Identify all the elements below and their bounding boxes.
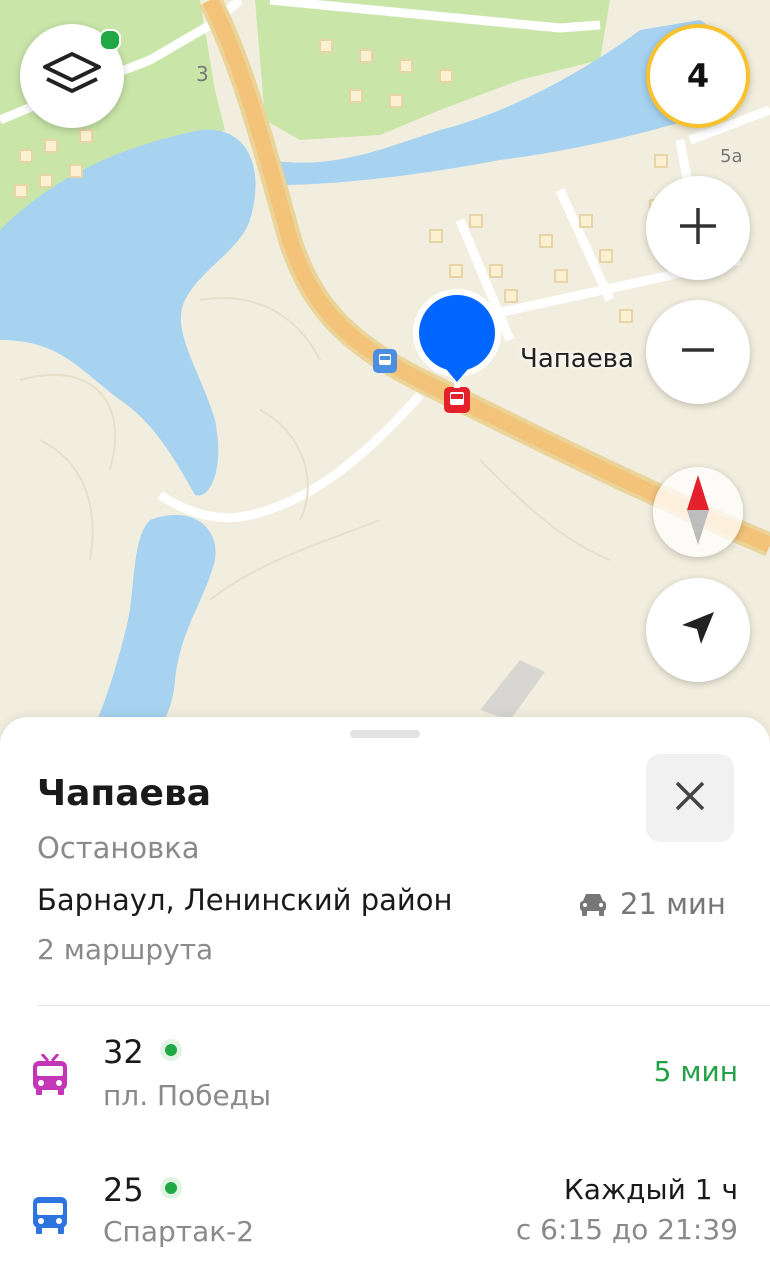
route-number: 25 <box>103 1171 144 1209</box>
close-button[interactable] <box>646 754 734 842</box>
route-number: 32 <box>103 1033 144 1071</box>
live-status-dot <box>160 1177 182 1199</box>
car-icon <box>578 891 608 917</box>
house-number-label: 3 <box>196 62 209 86</box>
stop-type: Остановка <box>37 831 200 865</box>
stop-title: Чапаева <box>37 773 212 814</box>
bus-stop-marker-secondary <box>373 349 397 373</box>
navigation-arrow-icon <box>678 608 718 652</box>
close-icon <box>674 780 706 816</box>
live-status-dot <box>160 1039 182 1061</box>
route-count: 2 маршрута <box>37 933 214 966</box>
stop-address: Барнаул, Ленинский район <box>37 883 453 917</box>
divider <box>37 1005 770 1006</box>
stop-info-sheet[interactable]: Чапаева Остановка Барнаул, Ленинский рай… <box>0 717 770 1280</box>
route-row[interactable]: 25 Спартак-2 Каждый 1 ч с 6:15 до 21:39 <box>0 1157 770 1280</box>
zoom-out-button[interactable] <box>646 300 750 404</box>
minus-icon <box>678 330 718 374</box>
route-schedule-frequency: Каждый 1 ч <box>563 1173 738 1206</box>
route-destination: пл. Победы <box>103 1079 272 1112</box>
zoom-in-button[interactable] <box>646 176 750 280</box>
route-schedule-hours: с 6:15 до 21:39 <box>515 1213 738 1246</box>
route-destination: Спартак-2 <box>103 1215 255 1248</box>
compass-icon <box>683 475 713 549</box>
sheet-drag-handle[interactable] <box>350 730 420 738</box>
trolleybus-icon <box>32 1053 68 1100</box>
layers-status-dot <box>99 29 121 51</box>
my-location-button[interactable] <box>646 578 750 682</box>
bus-stop-marker <box>444 387 470 413</box>
house-number-label: 5а <box>720 146 743 167</box>
drive-time-value: 21 мин <box>620 887 726 921</box>
map-view[interactable]: 3 5а Чапаева 4 <box>0 0 770 760</box>
plus-icon <box>678 206 718 250</box>
stop-map-label: Чапаева <box>520 344 634 374</box>
layers-icon <box>41 50 103 102</box>
compass-button[interactable] <box>653 467 743 557</box>
route-eta: 5 мин <box>653 1055 738 1088</box>
badge-count: 4 <box>686 57 710 95</box>
route-row[interactable]: 32 пл. Победы 5 мин <box>0 1017 770 1147</box>
notification-badge-button[interactable]: 4 <box>646 24 750 128</box>
drive-time: 21 мин <box>578 887 726 921</box>
bus-icon <box>32 1195 68 1239</box>
